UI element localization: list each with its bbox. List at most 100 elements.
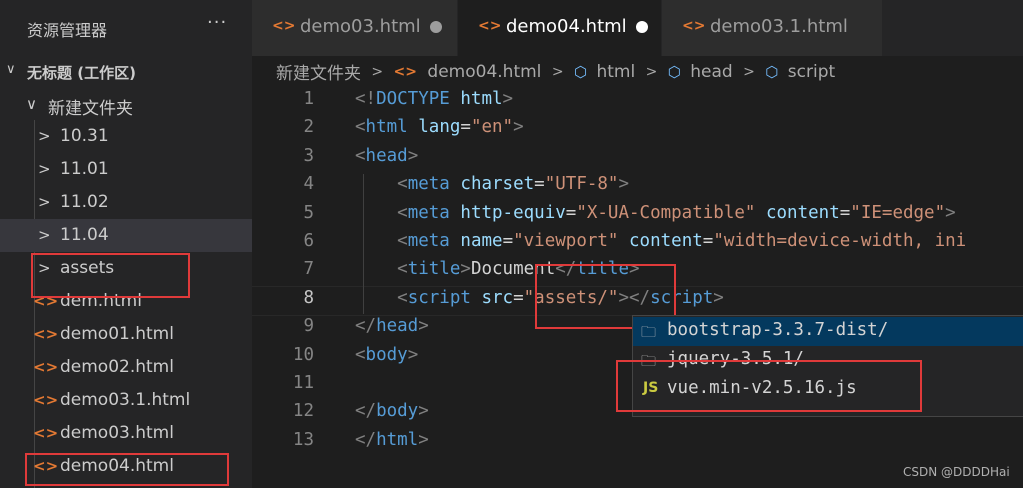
line-number: 2 (303, 117, 314, 138)
line-number: 5 (303, 202, 314, 223)
code-token: name (460, 231, 503, 251)
code-token: > (407, 145, 419, 166)
tree-folder-item[interactable]: >11.04 (0, 219, 252, 252)
code-token: = (702, 231, 714, 251)
code-token: "UTF-8" (544, 174, 619, 195)
code-line: <meta name="viewport" content="width=dev… (355, 231, 966, 251)
tab-demo03[interactable]: <> demo03.html (252, 0, 457, 56)
breadcrumb: 新建文件夹 > <> demo04.html > ⬡ html > ⬡ head… (276, 59, 835, 85)
chevron-down-icon: ∨ (26, 95, 37, 113)
code-line: <html lang="en"> (355, 117, 524, 137)
code-line: </head> (355, 316, 429, 336)
element-cube-icon: ⬡ (667, 62, 681, 81)
unsaved-dot-icon[interactable] (636, 21, 648, 33)
line-number: 11 (292, 373, 314, 393)
unsaved-dot-icon[interactable] (430, 21, 442, 33)
tab-demo04[interactable]: <> demo04.html (458, 0, 661, 56)
breadcrumb-folder[interactable]: 新建文件夹 (276, 59, 361, 84)
tree-file-item[interactable]: <> demo03.html (0, 417, 252, 450)
code-line: <meta http-equiv="X-UA-Compatible" conte… (355, 203, 956, 223)
code-token: > (618, 174, 630, 195)
tab-demo03-1[interactable]: <> demo03.1.html (662, 0, 882, 56)
code-token: html (365, 117, 408, 138)
suggest-item-bootstrap[interactable]: 🗀 bootstrap-3.3.7-dist/ (633, 317, 1023, 346)
code-token: </ (355, 401, 377, 422)
workspace-header[interactable]: ∨ 无标题 (工作区) (0, 58, 252, 86)
code-token: lang (418, 117, 461, 138)
tree-folder-item[interactable]: >11.01 (0, 153, 252, 186)
highlight-box-vue (616, 360, 922, 412)
code-token: content (765, 202, 840, 223)
line-number: 9 (303, 316, 314, 337)
line-number: 12 (292, 401, 314, 422)
watermark: CSDN @DDDDHai (903, 465, 1010, 479)
code-token: "width=device-width, ini (713, 231, 967, 251)
chevron-down-icon: ∨ (6, 62, 16, 77)
chevron-right-icon: > (371, 63, 384, 80)
breadcrumb-file[interactable]: demo04.html (427, 62, 541, 82)
code-token: html (376, 429, 419, 450)
folder-icon: 🗀 (641, 323, 657, 341)
code-line: <meta charset="UTF-8"> (355, 174, 629, 194)
code-token: < (397, 259, 408, 280)
line-number: 7 (303, 259, 314, 280)
tree-item-label: demo03.html (60, 423, 174, 443)
line-number: 10 (292, 344, 314, 365)
suggest-label: bootstrap-3.3.7-dist/ (667, 320, 889, 340)
code-editor[interactable]: 1 2 3 4 5 6 7 8 9 10 11 12 13 <!DOCTYPE html> <html l… (252, 88, 1023, 488)
code-token: body (365, 344, 408, 365)
code-token: > (713, 287, 724, 308)
tree-file-item[interactable]: <> demo01.html (0, 318, 252, 351)
code-token: < (397, 174, 408, 195)
element-cube-icon: ⬡ (765, 62, 779, 81)
code-token: = (502, 231, 514, 251)
code-token: script (407, 287, 471, 308)
html-file-icon: <> (682, 18, 706, 34)
tree-folder-item[interactable]: >10.31 (0, 120, 252, 153)
code-token: > (418, 316, 429, 337)
tree-file-item[interactable]: <> demo03.1.html (0, 384, 252, 417)
html-file-icon: <> (272, 18, 296, 34)
html-file-icon: <> (478, 18, 502, 34)
tree-item-label: 11.02 (60, 192, 109, 212)
line-number: 3 (303, 145, 314, 166)
code-token: meta (407, 231, 450, 251)
code-token: = (565, 202, 577, 223)
more-actions-icon[interactable]: ··· (207, 12, 227, 33)
tree-folder-item[interactable]: >11.02 (0, 186, 252, 219)
code-token: < (355, 117, 366, 138)
code-token: charset (460, 174, 535, 195)
workspace-label: 无标题 (工作区) (27, 64, 136, 82)
code-token: = (839, 202, 851, 223)
breadcrumb-script[interactable]: script (788, 62, 835, 82)
code-token: < (397, 202, 408, 223)
code-token: > (407, 344, 419, 365)
highlight-box-demo04 (25, 453, 229, 486)
breadcrumb-html[interactable]: html (596, 62, 635, 82)
html-file-icon: <> (33, 424, 59, 442)
tree-item-label: 10.31 (60, 126, 109, 146)
chevron-right-icon: > (743, 63, 755, 80)
explorer-title: 资源管理器 (27, 21, 108, 40)
tree-file-item[interactable]: <> demo02.html (0, 351, 252, 384)
explorer-sidebar: 资源管理器 ··· ∨ 无标题 (工作区) ∨ 新建文件夹 >10.31 >11.… (0, 0, 252, 488)
code-token: meta (407, 202, 450, 223)
code-token: "en" (470, 117, 514, 138)
folder-row[interactable]: ∨ 新建文件夹 (0, 88, 252, 121)
tab-label: demo03.html (300, 16, 421, 37)
code-token: http-equiv (460, 202, 566, 223)
tab-label: demo03.1.html (710, 16, 848, 37)
html-file-icon: <> (33, 391, 59, 409)
tree-item-label: 11.04 (60, 225, 109, 245)
breadcrumb-head[interactable]: head (690, 62, 732, 82)
code-token: head (365, 145, 408, 166)
code-token: < (355, 344, 366, 365)
html-file-icon: <> (33, 325, 59, 343)
